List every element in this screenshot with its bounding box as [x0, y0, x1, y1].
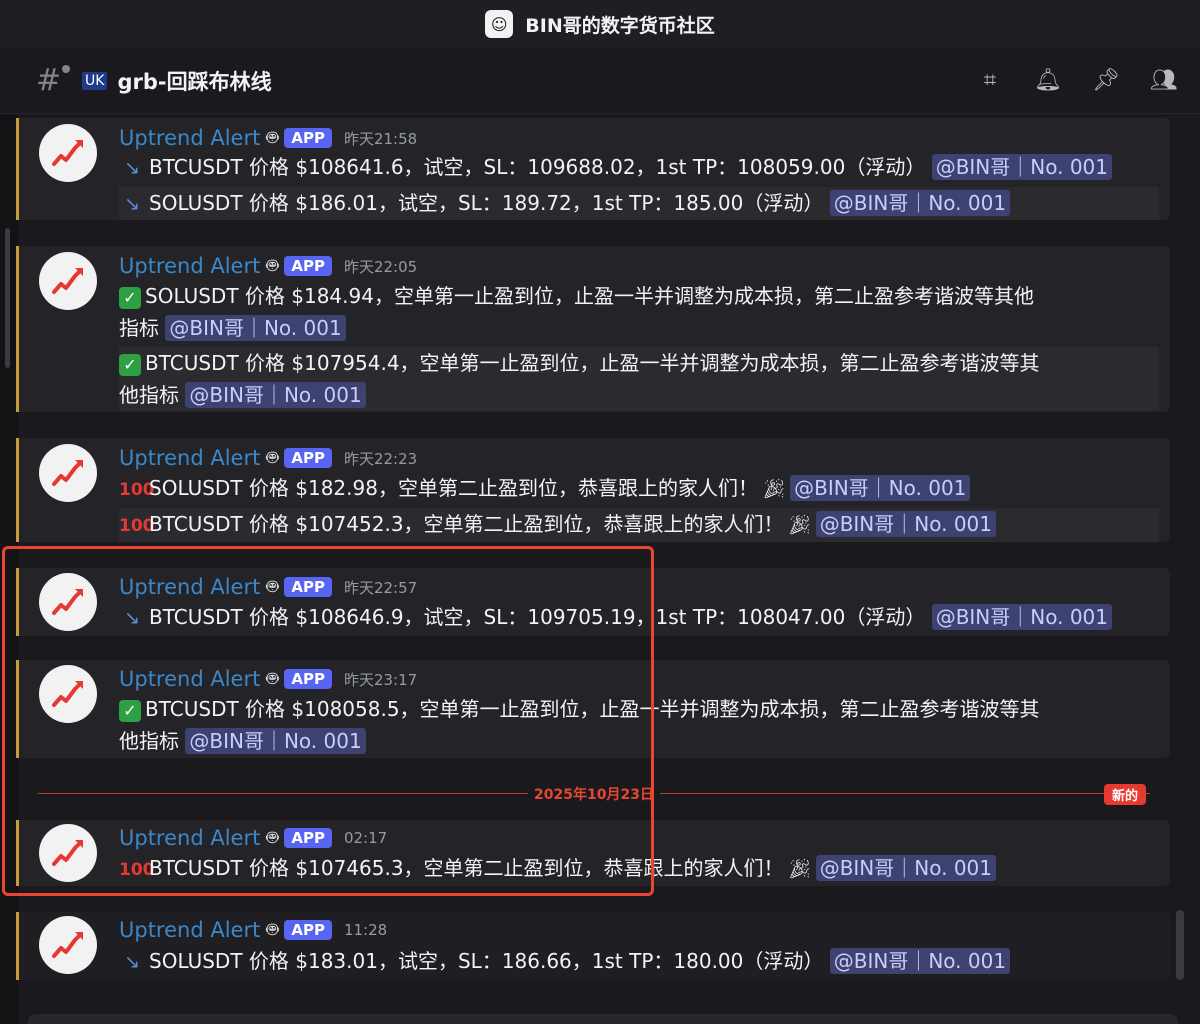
- mention[interactable]: @BIN哥｜No. 001: [829, 948, 1011, 974]
- pin-icon[interactable]: 📌︎: [1092, 66, 1120, 94]
- app-badge: APP: [284, 920, 332, 940]
- mention[interactable]: @BIN哥｜No. 001: [829, 190, 1011, 216]
- uptrend-avatar[interactable]: [39, 916, 97, 974]
- message-scrollbar[interactable]: [1176, 910, 1184, 980]
- robot-icon: 🤖︎: [266, 125, 279, 149]
- uptrend-avatar[interactable]: [39, 665, 97, 723]
- uptrend-avatar[interactable]: [39, 124, 97, 182]
- date-divider-label: 2025年10月23日: [528, 784, 660, 804]
- check-icon: ✓: [119, 354, 141, 376]
- message-line: 100BTCUSDT 价格 $107465.3，空单第二止盈到位，恭喜跟上的家人…: [119, 852, 1159, 886]
- chart-down-icon: ↘: [124, 157, 140, 179]
- avatar-sketch-icon: ☺: [485, 10, 514, 38]
- hashtag-icon: #: [36, 63, 70, 98]
- uptrend-avatar[interactable]: [39, 444, 97, 502]
- author-name[interactable]: Uptrend Alert: [119, 667, 260, 691]
- mention[interactable]: @BIN哥｜No. 001: [931, 604, 1113, 630]
- hundred-icon: 100: [119, 860, 155, 880]
- author-name[interactable]: Uptrend Alert: [119, 126, 260, 150]
- timestamp: 昨天22:23: [343, 449, 418, 468]
- timestamp: 昨天22:57: [343, 578, 418, 597]
- chart-down-icon: ↘: [124, 607, 140, 629]
- mention[interactable]: @BIN哥｜No. 001: [931, 154, 1113, 180]
- message-line: 100SOLUSDT 价格 $182.98，空单第二止盈到位，恭喜跟上的家人们！…: [119, 472, 1159, 506]
- app-badge: APP: [284, 577, 332, 597]
- message-line: ↘ SOLUSDT 价格 $183.01，试空，SL：186.66，1st TP：…: [119, 945, 1159, 978]
- uk-flag-icon: UK: [82, 71, 108, 90]
- bell-icon[interactable]: 🔔︎: [1034, 66, 1062, 94]
- window-title-bar: ☺ BIN哥的数字货币社区: [0, 0, 1200, 48]
- app-badge: APP: [284, 828, 332, 848]
- robot-icon: 🤖︎: [266, 666, 279, 690]
- timestamp: 昨天21:58: [343, 129, 418, 148]
- robot-icon: 🤖︎: [266, 825, 279, 849]
- message-group: Uptrend Alert 🤖︎ APP 昨天22:05 ✓ SOLUSDT 价格…: [16, 246, 1170, 412]
- app-badge: APP: [284, 448, 332, 468]
- party-popper-icon: 🎉︎: [761, 478, 787, 500]
- author-name[interactable]: Uptrend Alert: [119, 826, 260, 850]
- message-group: Uptrend Alert 🤖︎ APP 昨天22:57 ↘ BTCUSDT 价格…: [16, 568, 1170, 636]
- mention[interactable]: @BIN哥｜No. 001: [815, 511, 997, 537]
- author-name[interactable]: Uptrend Alert: [119, 254, 260, 278]
- message-line: ↘ BTCUSDT 价格 $108641.6，试空，SL：109688.02，1s…: [119, 151, 1159, 184]
- app-badge: APP: [284, 669, 332, 689]
- channel-name: grb-回踩布林线: [117, 69, 272, 94]
- channel-header: # UK grb-回踩布林线 ⌗ 🔔︎ 📌︎ 👥︎: [0, 48, 1200, 114]
- app-badge: APP: [284, 128, 332, 148]
- message-line: ✓ SOLUSDT 价格 $184.94，空单第一止盈到位，止盈一半并调整为成本损…: [119, 284, 1034, 341]
- mention[interactable]: @BIN哥｜No. 001: [790, 475, 971, 501]
- robot-icon: 🤖︎: [266, 253, 279, 277]
- message-line: 100BTCUSDT 价格 $107452.3，空单第二止盈到位，恭喜跟上的家人…: [119, 508, 1159, 542]
- uptrend-avatar[interactable]: [39, 573, 97, 631]
- check-icon: ✓: [119, 287, 141, 309]
- mention[interactable]: @BIN哥｜No. 001: [815, 855, 997, 881]
- timestamp: 昨天22:05: [343, 257, 418, 276]
- author-name[interactable]: Uptrend Alert: [119, 446, 260, 470]
- message-group: Uptrend Alert 🤖︎ APP 02:17 100BTCUSDT 价格…: [16, 820, 1170, 886]
- uptrend-avatar[interactable]: [39, 824, 97, 882]
- message-line: ✓ BTCUSDT 价格 $107954.4，空单第一止盈到位，止盈一半并调整为成…: [119, 347, 1159, 411]
- timestamp: 02:17: [343, 829, 388, 847]
- threads-icon[interactable]: ⌗: [976, 66, 1004, 94]
- robot-icon: 🤖︎: [266, 917, 279, 941]
- author-name[interactable]: Uptrend Alert: [119, 575, 260, 599]
- app-badge: APP: [284, 256, 332, 276]
- message-line: ↘ BTCUSDT 价格 $108646.9，试空，SL：109705.19，1s…: [119, 601, 1159, 634]
- party-popper-icon: 🎉︎: [787, 858, 812, 880]
- timestamp: 11:28: [343, 921, 388, 939]
- message-line: ✓ BTCUSDT 价格 $108058.5，空单第一止盈到位，止盈一半并调整为成…: [119, 697, 1040, 754]
- chart-down-icon: ↘: [124, 951, 140, 973]
- party-popper-icon: 🎉︎: [787, 514, 812, 536]
- robot-icon: 🤖︎: [266, 574, 279, 598]
- message-group: Uptrend Alert 🤖︎ APP 昨天22:23 100SOLUSDT …: [16, 438, 1170, 542]
- robot-icon: 🤖︎: [266, 445, 279, 469]
- uptrend-avatar[interactable]: [39, 252, 97, 310]
- message-group: Uptrend Alert 🤖︎ APP 昨天23:17 ✓ BTCUSDT 价格…: [16, 660, 1170, 758]
- message-group: Uptrend Alert 🤖︎ APP 昨天21:58 ↘ BTCUSDT 价格…: [16, 118, 1170, 220]
- message-composer[interactable]: [28, 1014, 1178, 1024]
- hundred-icon: 100: [119, 516, 155, 536]
- message-line: ↘ SOLUSDT 价格 $186.01，试空，SL：189.72，1st TP：…: [119, 187, 1159, 220]
- check-icon: ✓: [119, 700, 141, 722]
- new-messages-badge[interactable]: 新的: [1104, 784, 1147, 805]
- message-group: Uptrend Alert 🤖︎ APP 11:28 ↘ SOLUSDT 价格 $…: [16, 912, 1170, 980]
- left-scrollbar[interactable]: [5, 228, 10, 368]
- mention[interactable]: @BIN哥｜No. 001: [165, 315, 346, 341]
- author-name[interactable]: Uptrend Alert: [119, 918, 260, 942]
- hundred-icon: 100: [119, 480, 155, 500]
- timestamp: 昨天23:17: [343, 670, 418, 689]
- members-icon[interactable]: 👥︎: [1150, 66, 1178, 94]
- chart-down-icon: ↘: [124, 193, 140, 215]
- server-name: BIN哥的数字货币社区: [525, 14, 715, 37]
- mention[interactable]: @BIN哥｜No. 001: [185, 728, 366, 754]
- mention[interactable]: @BIN哥｜No. 001: [185, 382, 366, 408]
